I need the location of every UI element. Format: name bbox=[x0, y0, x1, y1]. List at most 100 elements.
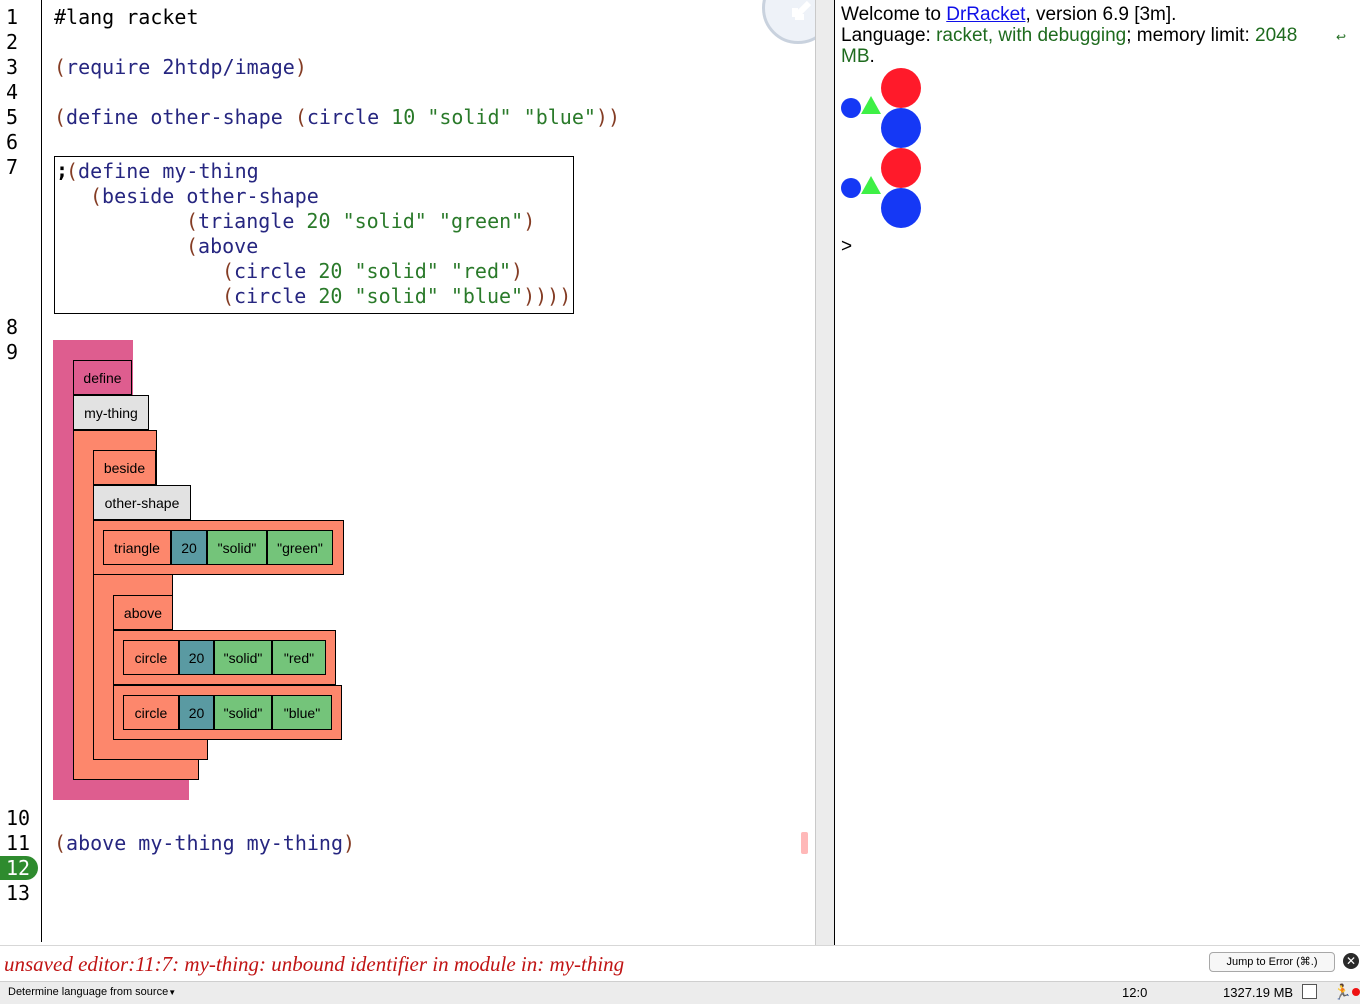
string-literal: "blue" bbox=[450, 284, 524, 308]
repl-memory-unit: MB. bbox=[841, 46, 875, 67]
code-token: above my-thing my-thing bbox=[66, 831, 343, 855]
red-circle bbox=[881, 148, 921, 188]
cursor-position: 12:0 bbox=[1122, 985, 1148, 1000]
shape-output-2 bbox=[841, 148, 921, 228]
paren: ( bbox=[222, 259, 235, 283]
drracket-link[interactable]: DrRacket bbox=[946, 4, 1025, 25]
pane-divider[interactable] bbox=[815, 0, 835, 945]
paren: ) bbox=[343, 831, 356, 855]
running-person-icon: 🏃 bbox=[1333, 984, 1352, 1001]
block-triangle-keyword[interactable]: triangle bbox=[103, 530, 171, 565]
repl-welcome: Welcome to DrRacket, version 6.9 [3m]. bbox=[841, 4, 1176, 25]
code-line-11[interactable]: (above my-thing my-thing) bbox=[54, 831, 355, 855]
shape-output-1 bbox=[841, 68, 921, 148]
block-string[interactable]: "solid" bbox=[214, 640, 272, 675]
comment-line-2: (beside other-shape bbox=[90, 184, 319, 208]
repl-language: Language: racket, with debugging; memory… bbox=[841, 25, 1297, 46]
memory-usage[interactable]: 1327.19 MB bbox=[1223, 985, 1293, 1000]
error-message[interactable]: unsaved editor:11:7: my-thing: unbound i… bbox=[4, 952, 624, 977]
repl-text: Welcome to bbox=[841, 4, 947, 25]
blue-circle bbox=[881, 108, 921, 148]
paren: ( bbox=[54, 55, 67, 79]
paren: ( bbox=[54, 105, 67, 129]
number-literal: 10 bbox=[391, 105, 416, 129]
block-string[interactable]: "green" bbox=[267, 530, 333, 565]
comment-line-1: (define my-thing bbox=[66, 159, 259, 183]
current-line-number: 12 bbox=[0, 856, 38, 880]
memory-unit: MB bbox=[841, 46, 870, 67]
jump-to-error-button[interactable]: Jump to Error (⌘.) bbox=[1209, 952, 1335, 972]
blue-circle bbox=[881, 188, 921, 228]
code-token: beside other-shape bbox=[102, 184, 319, 208]
string-literal: "solid" bbox=[354, 284, 439, 308]
line-number: 8 bbox=[6, 315, 19, 339]
line-number: 3 bbox=[6, 55, 19, 79]
line-number: 4 bbox=[6, 80, 19, 104]
block-string[interactable]: "solid" bbox=[214, 695, 272, 730]
blue-circle-small bbox=[841, 178, 861, 198]
paren: ( bbox=[186, 209, 199, 233]
string-literal: "green" bbox=[438, 209, 524, 233]
close-icon[interactable]: ✕ bbox=[1343, 953, 1359, 969]
code-token: define other-shape bbox=[66, 105, 295, 129]
code-line-5[interactable]: (define other-shape (circle 10 "solid" "… bbox=[54, 105, 620, 129]
code-line-3[interactable]: (require 2htdp/image) bbox=[54, 55, 307, 79]
paren: )) bbox=[595, 105, 620, 129]
block-above-keyword[interactable]: above bbox=[113, 595, 173, 630]
language-value: racket, with debugging bbox=[936, 25, 1127, 46]
block-string[interactable]: "red" bbox=[272, 640, 326, 675]
line-number: 10 bbox=[6, 806, 31, 830]
language-label: Determine language from source bbox=[8, 986, 169, 998]
block-other-shape[interactable]: other-shape bbox=[93, 485, 191, 520]
code-token: circle bbox=[306, 105, 392, 129]
status-bar: Determine language from source▼ 12:0 132… bbox=[0, 981, 1360, 1004]
code-line-1[interactable]: #lang racket bbox=[54, 5, 199, 29]
line-wrap-icon: ↩ bbox=[1336, 30, 1347, 44]
line-number: 13 bbox=[6, 881, 31, 905]
paren: ( bbox=[294, 105, 307, 129]
line-number: 5 bbox=[6, 105, 19, 129]
string-literal: "solid" bbox=[354, 259, 439, 283]
block-define-keyword[interactable]: define bbox=[73, 360, 132, 395]
block-string[interactable]: "solid" bbox=[207, 530, 267, 565]
code-token: circle bbox=[234, 284, 319, 308]
code-token: triangle bbox=[198, 209, 307, 233]
line-number: 2 bbox=[6, 30, 19, 54]
paren: ( bbox=[54, 831, 67, 855]
block-number[interactable]: 20 bbox=[179, 640, 214, 675]
language-selector[interactable]: Determine language from source▼ bbox=[8, 986, 176, 998]
error-highlight-marker bbox=[801, 832, 808, 854]
block-name-my-thing[interactable]: my-thing bbox=[73, 395, 149, 430]
paren: ( bbox=[186, 234, 199, 258]
string-literal: "blue" bbox=[523, 105, 596, 129]
gc-indicator bbox=[1302, 984, 1317, 999]
code-token: above bbox=[198, 234, 259, 258]
block-beside-keyword[interactable]: beside bbox=[93, 450, 156, 485]
repl-text: . bbox=[869, 46, 875, 67]
block-number[interactable]: 20 bbox=[179, 695, 214, 730]
blue-circle-small bbox=[841, 98, 861, 118]
paren: ( bbox=[90, 184, 103, 208]
repl-prompt[interactable]: > bbox=[841, 236, 852, 257]
paren: ) bbox=[523, 209, 536, 233]
repl-text: Language: bbox=[841, 25, 937, 46]
block-string[interactable]: "blue" bbox=[272, 695, 332, 730]
string-literal: "solid" bbox=[342, 209, 427, 233]
repl-text: ; memory limit: bbox=[1126, 25, 1255, 46]
paren: ( bbox=[222, 284, 235, 308]
chevron-down-icon: ▼ bbox=[168, 988, 177, 997]
block-circle-keyword[interactable]: circle bbox=[123, 695, 179, 730]
green-triangle bbox=[861, 96, 881, 114]
number-literal: 20 bbox=[306, 209, 331, 233]
block-number[interactable]: 20 bbox=[171, 530, 207, 565]
line-number: 7 bbox=[6, 155, 19, 179]
block-circle-keyword[interactable]: circle bbox=[123, 640, 179, 675]
paren: ) bbox=[294, 55, 307, 79]
line-number: 6 bbox=[6, 130, 19, 154]
comment-line-5: (circle 20 "solid" "red") bbox=[222, 259, 523, 283]
comment-line-4: (above bbox=[186, 234, 258, 258]
line-number: 11 bbox=[6, 831, 31, 855]
paren: ( bbox=[66, 159, 79, 183]
code-token: require 2htdp/image bbox=[66, 55, 295, 79]
repl-text: , version 6.9 [3m]. bbox=[1025, 4, 1177, 25]
